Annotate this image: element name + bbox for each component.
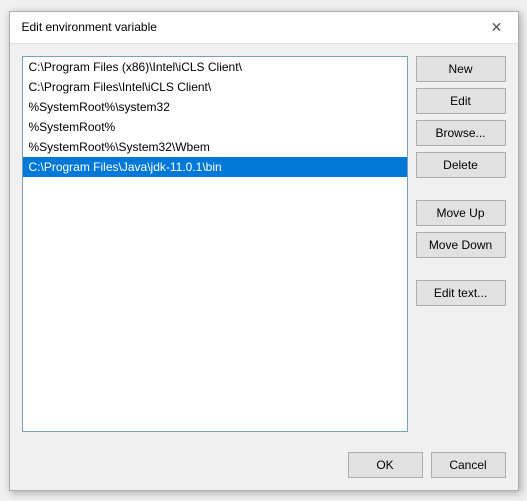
new-button[interactable]: New — [416, 56, 506, 82]
list-item[interactable]: C:\Program Files\Intel\iCLS Client\ — [23, 77, 407, 97]
list-item[interactable]: C:\Program Files (x86)\Intel\iCLS Client… — [23, 57, 407, 77]
dialog-footer: OK Cancel — [10, 444, 518, 490]
move-down-button[interactable]: Move Down — [416, 232, 506, 258]
ok-button[interactable]: OK — [348, 452, 423, 478]
spacer — [416, 184, 506, 194]
edit-env-variable-dialog: Edit environment variable ✕ C:\Program F… — [9, 11, 519, 491]
delete-button[interactable]: Delete — [416, 152, 506, 178]
list-item[interactable]: %SystemRoot% — [23, 117, 407, 137]
env-variable-list[interactable]: C:\Program Files (x86)\Intel\iCLS Client… — [22, 56, 408, 432]
title-bar: Edit environment variable ✕ — [10, 12, 518, 44]
edit-button[interactable]: Edit — [416, 88, 506, 114]
edit-text-button[interactable]: Edit text... — [416, 280, 506, 306]
browse-button[interactable]: Browse... — [416, 120, 506, 146]
action-buttons-panel: New Edit Browse... Delete Move Up Move D… — [416, 56, 506, 432]
list-item[interactable]: %SystemRoot%\System32\Wbem — [23, 137, 407, 157]
spacer2 — [416, 264, 506, 274]
dialog-title: Edit environment variable — [22, 20, 157, 34]
close-button[interactable]: ✕ — [488, 18, 506, 36]
cancel-button[interactable]: Cancel — [431, 452, 506, 478]
list-item-selected[interactable]: C:\Program Files\Java\jdk-11.0.1\bin — [23, 157, 407, 177]
dialog-content: C:\Program Files (x86)\Intel\iCLS Client… — [10, 44, 518, 444]
list-item[interactable]: %SystemRoot%\system32 — [23, 97, 407, 117]
move-up-button[interactable]: Move Up — [416, 200, 506, 226]
